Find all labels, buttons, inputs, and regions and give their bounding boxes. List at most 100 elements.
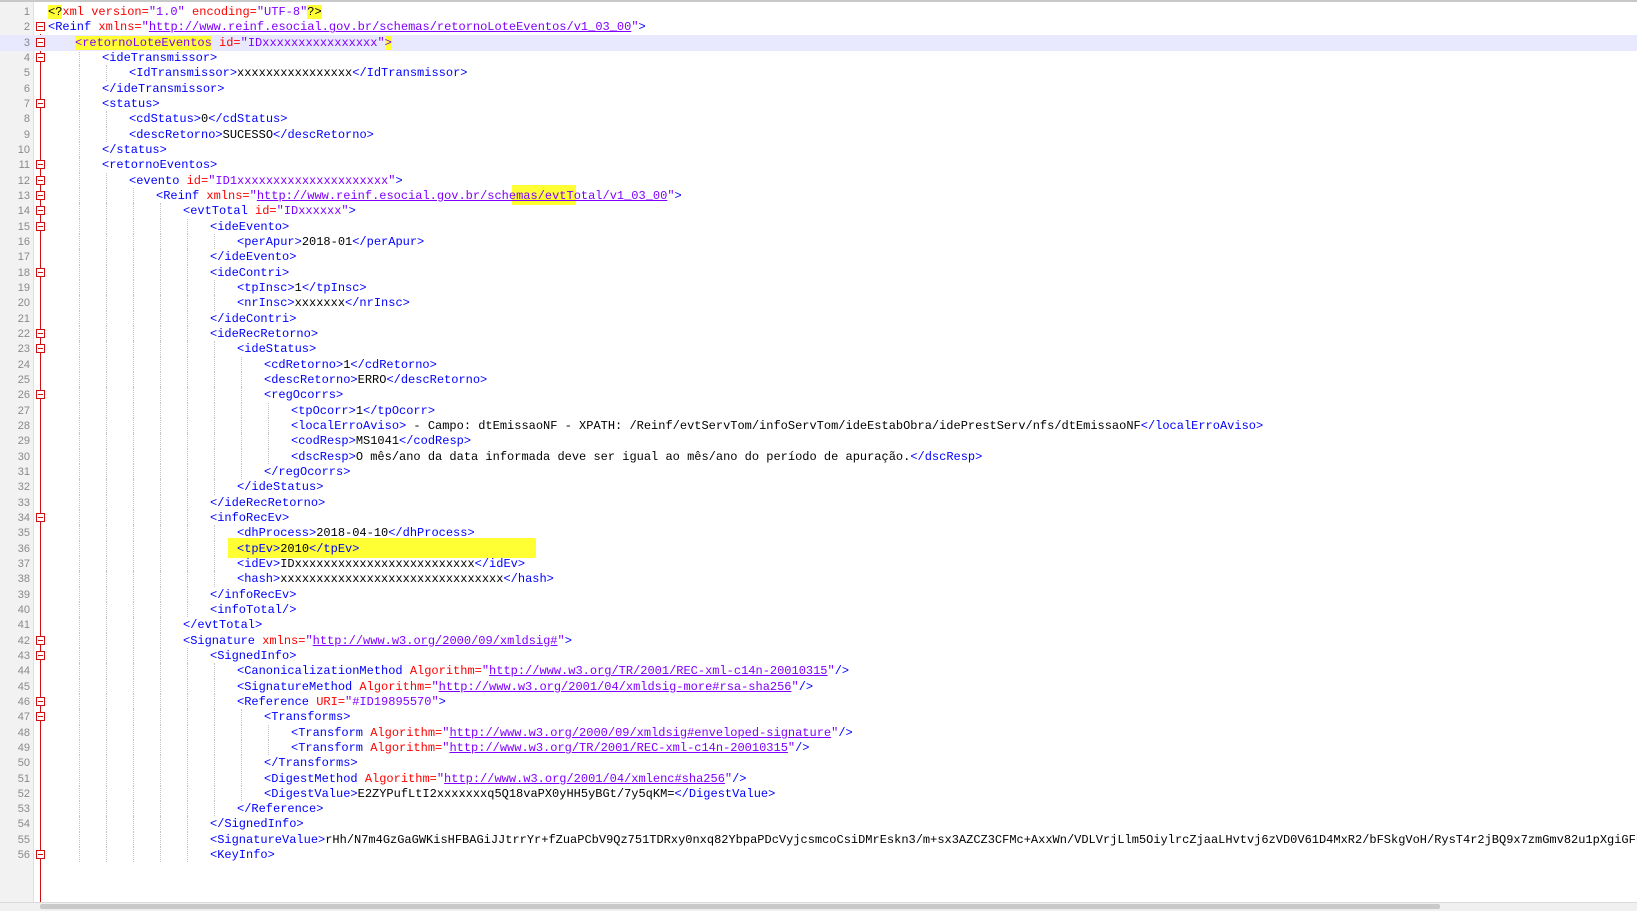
token-url[interactable]: http://www.w3.org/2001/04/xmldsig-more#r… <box>439 680 792 694</box>
code-line[interactable]: 24 <cdRetorno>1</cdRetorno> <box>0 357 1637 373</box>
token-tag: <evento <box>129 173 187 188</box>
code-line[interactable]: 12 <evento id="ID1xxxxxxxxxxxxxxxxxxxxx"> <box>0 173 1637 189</box>
code-line[interactable]: 22 <ideRecRetorno> <box>0 326 1637 342</box>
code-line[interactable]: 13 <Reinf xmlns="http://www.reinf.esocial… <box>0 188 1637 204</box>
token-text: 2010 <box>280 541 310 556</box>
token-url[interactable]: http://www.w3.org/2001/04/xmlenc#sha256 <box>444 772 725 786</box>
token-tag: </dscResp> <box>910 449 983 464</box>
fold-toggle-icon[interactable] <box>36 267 45 277</box>
fold-toggle-icon[interactable] <box>36 635 45 645</box>
line-code: <retornoLoteEventos id="IDxxxxxxxxxxxxxx… <box>75 35 392 51</box>
token-tag: </cdStatus> <box>208 112 288 127</box>
code-line[interactable]: 6 </ideTransmissor> <box>0 81 1637 97</box>
code-line[interactable]: 37 <idEv>IDxxxxxxxxxxxxxxxxxxxxxxxxx</idE… <box>0 556 1637 572</box>
code-line[interactable]: 56 <KeyInfo> <box>0 847 1637 863</box>
fold-toggle-icon[interactable] <box>36 98 45 108</box>
fold-toggle-icon[interactable] <box>36 52 45 62</box>
code-line[interactable]: 52 <DigestValue>E2ZYPufLtI2xxxxxxxq5Q18va… <box>0 786 1637 802</box>
code-line[interactable]: 1 <?xml version="1.0" encoding="UTF-8"?> <box>0 4 1637 20</box>
line-code: <SignatureValue>rHh/N7m4GzGaGWKisHFBAGiJ… <box>210 832 1637 848</box>
code-line[interactable]: 25 <descRetorno>ERRO</descRetorno> <box>0 372 1637 388</box>
fold-toggle-icon[interactable] <box>36 696 45 706</box>
code-line[interactable]: 32 </ideStatus> <box>0 479 1637 495</box>
token-text: xxxxxxx <box>294 296 346 311</box>
code-line[interactable]: 14 <evtTotal id="IDxxxxxx"> <box>0 203 1637 219</box>
line-number: 39 <box>17 588 30 601</box>
code-line[interactable]: 47 <Transforms> <box>0 709 1637 725</box>
code-line[interactable]: 46 <Reference URI="#ID19895570"> <box>0 694 1637 710</box>
code-line[interactable]: 33 </ideRecRetorno> <box>0 495 1637 511</box>
fold-toggle-icon[interactable] <box>36 390 45 400</box>
code-line[interactable]: 28 <localErroAviso> - Campo: dtEmissaoNF … <box>0 418 1637 434</box>
fold-toggle-icon[interactable] <box>36 328 45 338</box>
token-tag: </descRetorno> <box>273 127 374 142</box>
code-line[interactable]: 5 <IdTransmissor>xxxxxxxxxxxxxxxx</IdTran… <box>0 65 1637 81</box>
token-tag: </ideRecRetorno> <box>210 495 326 510</box>
code-line[interactable]: 42 <Signature xmlns="http://www.w3.org/20… <box>0 633 1637 649</box>
code-line[interactable]: 19 <tpInsc>1</tpInsc> <box>0 280 1637 296</box>
code-line[interactable]: 38 <hash>xxxxxxxxxxxxxxxxxxxxxxxxxxxxxxx<… <box>0 571 1637 587</box>
code-line[interactable]: 21 </ideContri> <box>0 311 1637 327</box>
token-url[interactable]: http://www.w3.org/2000/09/xmldsig# <box>313 634 558 648</box>
token-url[interactable]: http://www.w3.org/TR/2001/REC-xml-c14n-2… <box>489 664 827 678</box>
xml-editor-pane[interactable]: 1 <?xml version="1.0" encoding="UTF-8"?> 2… <box>0 0 1637 902</box>
fold-toggle-icon[interactable] <box>36 22 45 32</box>
code-line[interactable]: 51 <DigestMethod Algorithm="http://www.w3… <box>0 771 1637 787</box>
code-line[interactable]: 44 <CanonicalizationMethod Algorithm="htt… <box>0 663 1637 679</box>
code-line[interactable]: 35 <dhProcess>2018-04-10</dhProcess> <box>0 525 1637 541</box>
code-line[interactable]: 34 <infoRecEv> <box>0 510 1637 526</box>
code-line[interactable]: 36 <tpEv>2010</tpEv> <box>0 541 1637 557</box>
token-url[interactable]: http://www.reinf.esocial.gov.br/schemas/… <box>257 189 667 203</box>
token-tag: <SignatureValue> <box>210 832 326 847</box>
scrollbar-thumb[interactable] <box>40 904 1440 909</box>
token-tag: <CanonicalizationMethod <box>237 664 410 679</box>
token-url[interactable]: http://www.w3.org/2000/09/xmldsig#envelo… <box>449 726 831 740</box>
code-line[interactable]: 4 <ideTransmissor> <box>0 50 1637 66</box>
code-line[interactable]: 9 <descRetorno>SUCESSO</descRetorno> <box>0 127 1637 143</box>
fold-toggle-icon[interactable] <box>36 37 45 47</box>
token-pi: encoding= <box>184 5 257 19</box>
token-url[interactable]: http://www.reinf.esocial.gov.br/schemas/… <box>149 20 631 34</box>
code-line[interactable]: 27 <tpOcorr>1</tpOcorr> <box>0 403 1637 419</box>
code-line[interactable]: 29 <codResp>MS1041</codResp> <box>0 433 1637 449</box>
code-line[interactable]: 48 <Transform Algorithm="http://www.w3.or… <box>0 725 1637 741</box>
fold-toggle-icon[interactable] <box>36 206 45 216</box>
token-tag: <tpOcorr> <box>291 403 356 418</box>
code-line[interactable]: 17 </ideEvento> <box>0 249 1637 265</box>
fold-toggle-icon[interactable] <box>36 344 45 354</box>
code-line[interactable]: 10 </status> <box>0 142 1637 158</box>
code-line[interactable]: 26 <regOcorrs> <box>0 387 1637 403</box>
code-line[interactable]: 2 <Reinf xmlns="http://www.reinf.esocial.… <box>0 19 1637 35</box>
code-line[interactable]: 49 <Transform Algorithm="http://www.w3.or… <box>0 740 1637 756</box>
code-line[interactable]: 7 <status> <box>0 96 1637 112</box>
fold-toggle-icon[interactable] <box>36 650 45 660</box>
fold-toggle-icon[interactable] <box>36 160 45 170</box>
code-line[interactable]: 11 <retornoEventos> <box>0 157 1637 173</box>
fold-toggle-icon[interactable] <box>36 190 45 200</box>
fold-toggle-icon[interactable] <box>36 221 45 231</box>
code-line[interactable]: 8 <cdStatus>0</cdStatus> <box>0 111 1637 127</box>
fold-toggle-icon[interactable] <box>36 512 45 522</box>
code-line[interactable]: 18 <ideContri> <box>0 265 1637 281</box>
code-line[interactable]: 23 <ideStatus> <box>0 341 1637 357</box>
fold-toggle-icon[interactable] <box>36 712 45 722</box>
code-line[interactable]: 41 </evtTotal> <box>0 617 1637 633</box>
code-line[interactable]: 50 </Transforms> <box>0 755 1637 771</box>
code-line[interactable]: 3 <retornoLoteEventos id="IDxxxxxxxxxxxxx… <box>0 34 1637 51</box>
code-line[interactable]: 30 <dscResp>O mês/ano da data informada d… <box>0 449 1637 465</box>
code-line[interactable]: 20 <nrInsc>xxxxxxx</nrInsc> <box>0 295 1637 311</box>
token-url[interactable]: http://www.w3.org/TR/2001/REC-xml-c14n-2… <box>449 741 787 755</box>
fold-toggle-icon[interactable] <box>36 850 45 860</box>
code-line[interactable]: 16 <perApur>2018-01</perApur> <box>0 234 1637 250</box>
code-line[interactable]: 39 </infoRecEv> <box>0 587 1637 603</box>
fold-toggle-icon[interactable] <box>36 175 45 185</box>
code-line[interactable]: 53 </Reference> <box>0 801 1637 817</box>
line-number: 2 <box>23 21 30 34</box>
code-line[interactable]: 31 </regOcorrs> <box>0 464 1637 480</box>
code-line[interactable]: 54 </SignedInfo> <box>0 816 1637 832</box>
code-line[interactable]: 40 <infoTotal/> <box>0 602 1637 618</box>
code-line[interactable]: 43 <SignedInfo> <box>0 648 1637 664</box>
code-line[interactable]: 45 <SignatureMethod Algorithm="http://www… <box>0 679 1637 695</box>
code-line[interactable]: 15 <ideEvento> <box>0 219 1637 235</box>
code-line[interactable]: 55 <SignatureValue>rHh/N7m4GzGaGWKisHFBAG… <box>0 832 1637 848</box>
